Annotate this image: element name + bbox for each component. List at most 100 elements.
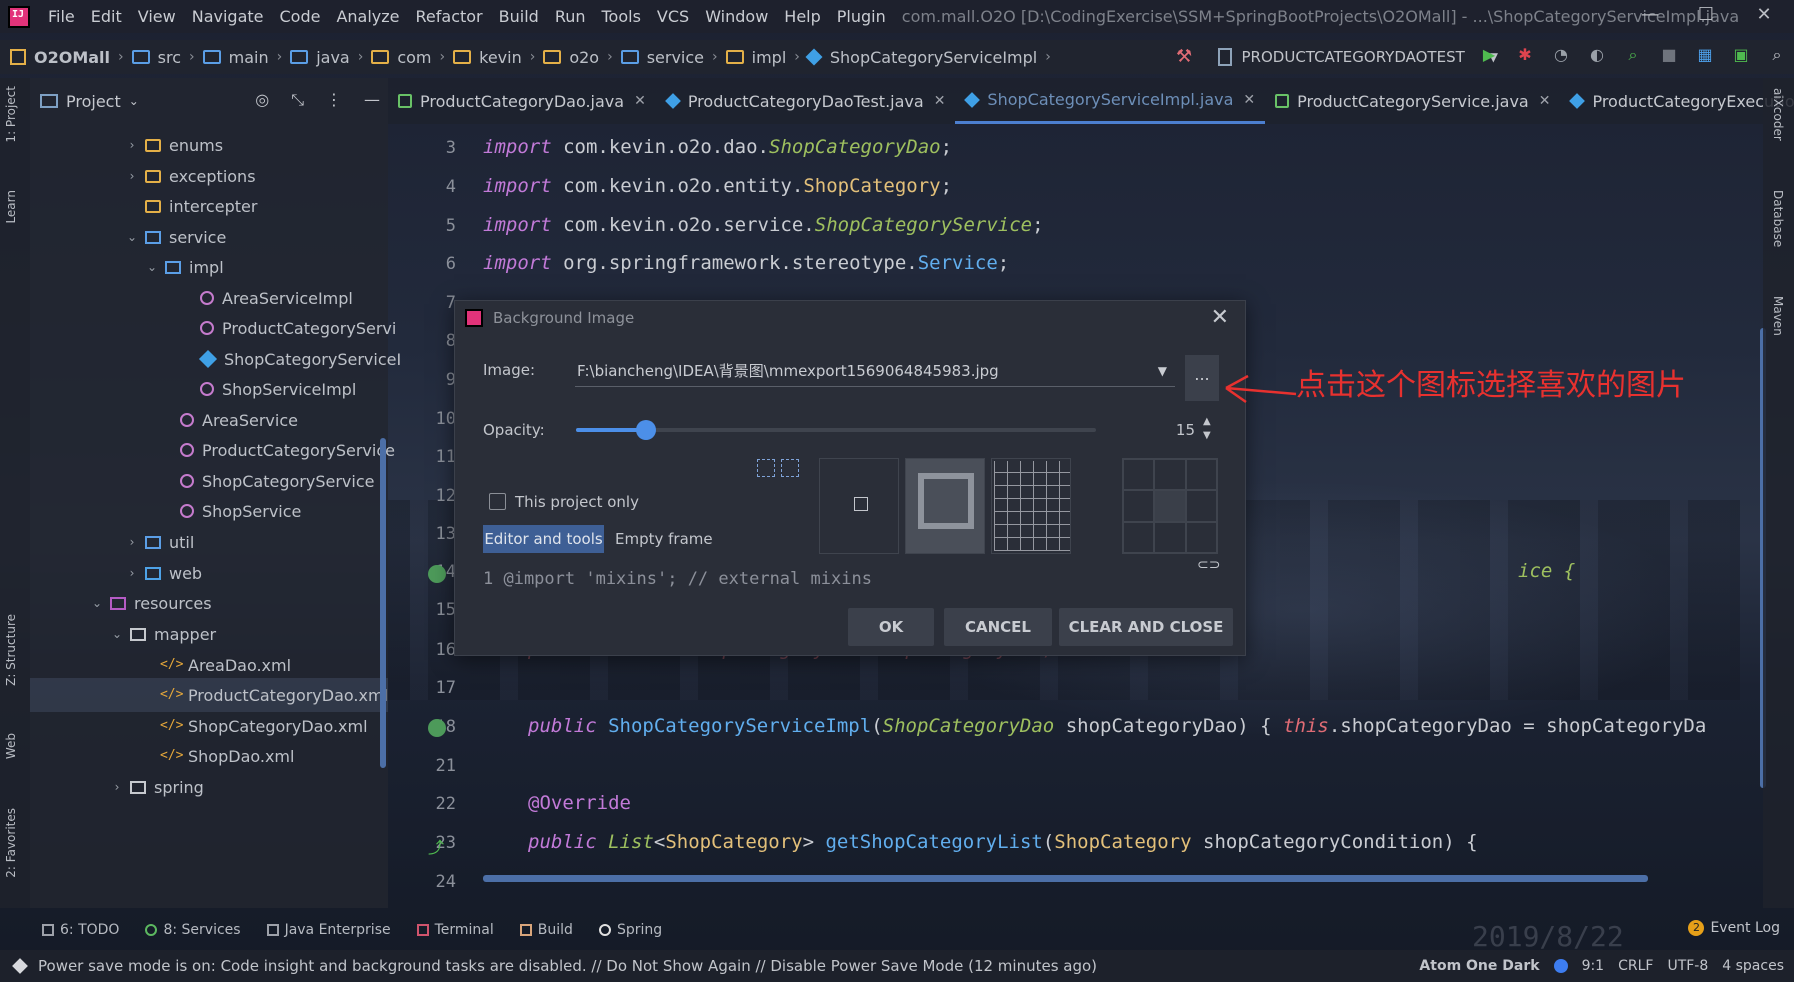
link-icon[interactable]: ⊂⊃ — [1197, 557, 1220, 573]
menu-window[interactable]: Window — [697, 7, 776, 26]
terminal-icon[interactable]: ▣ — [1730, 44, 1752, 66]
editor-horizontal-scrollbar[interactable] — [483, 875, 1648, 882]
tree-item[interactable]: › exceptions — [30, 159, 256, 193]
tab-productcategoryexecution-java[interactable]: ProductCategoryExecution.java ✕ — [1560, 78, 1794, 124]
menu-vcs[interactable]: VCS — [649, 7, 697, 26]
indent-setting[interactable]: 4 spaces — [1722, 958, 1784, 974]
fill-plain-option[interactable] — [819, 458, 899, 554]
tree-item[interactable]: AreaServiceImpl — [30, 281, 353, 315]
breadcrumb-service[interactable]: service — [647, 48, 704, 67]
tab-shopcategoryserviceimpl-java[interactable]: ShopCategoryServiceImpl.java ✕ — [955, 78, 1266, 124]
menu-view[interactable]: View — [130, 7, 184, 26]
hide-panel-icon[interactable]: — — [364, 90, 380, 110]
tab-learn[interactable]: Learn — [4, 190, 18, 224]
menu-code[interactable]: Code — [272, 7, 329, 26]
menu-refactor[interactable]: Refactor — [408, 7, 491, 26]
implemented-marker-icon[interactable] — [428, 719, 446, 737]
opacity-slider[interactable] — [576, 420, 1096, 440]
tab-productcategoryservice-java[interactable]: ProductCategoryService.java ✕ — [1265, 78, 1560, 124]
breadcrumb-kevin[interactable]: kevin — [479, 48, 522, 67]
fill-scale-option[interactable] — [905, 458, 985, 554]
tree-item[interactable]: ShopCategoryServiceI — [30, 342, 401, 376]
chevron-down-icon[interactable]: ⌄ — [125, 230, 139, 244]
tree-item[interactable]: › spring — [30, 770, 204, 804]
project-panel-title[interactable]: Project — [66, 92, 121, 111]
tree-item[interactable]: › util — [30, 525, 195, 559]
menu-edit[interactable]: Edit — [83, 7, 130, 26]
project-structure-icon[interactable]: ▦ — [1694, 44, 1716, 66]
debug-icon[interactable]: ✱ — [1514, 44, 1536, 66]
tree-item[interactable]: AreaService — [30, 403, 298, 437]
close-icon[interactable]: ✕ — [1539, 93, 1551, 109]
tool-services[interactable]: 8: Services — [145, 922, 241, 938]
minimize-button[interactable]: — — [1622, 0, 1678, 33]
profile-icon[interactable]: ◐ — [1586, 44, 1608, 66]
menu-analyze[interactable]: Analyze — [328, 7, 407, 26]
tree-item[interactable]: ⌄ impl — [30, 250, 224, 284]
tree-item[interactable]: </> AreaDao.xml — [30, 648, 291, 682]
anchor-cell[interactable] — [1185, 459, 1217, 491]
breadcrumb-impl[interactable]: impl — [752, 48, 787, 67]
anchor-cell[interactable] — [1123, 490, 1155, 522]
implemented-marker-icon[interactable] — [428, 565, 446, 583]
tree-item[interactable]: › web — [30, 556, 203, 590]
tree-item[interactable]: ShopServiceImpl — [30, 372, 356, 406]
maximize-button[interactable]: ☐ — [1678, 0, 1734, 33]
close-icon[interactable]: ✕ — [634, 93, 646, 109]
line-separator[interactable]: CRLF — [1618, 958, 1653, 974]
breadcrumb-o2o[interactable]: o2o — [569, 48, 599, 67]
override-marker-icon[interactable]: ⤴ — [428, 834, 444, 858]
tree-item[interactable]: ShopService — [30, 494, 301, 528]
stop-icon[interactable]: ■ — [1658, 44, 1680, 66]
tree-item[interactable]: </> ShopCategoryDao.xml — [30, 709, 368, 743]
chevron-right-icon[interactable]: › — [125, 169, 139, 183]
chevron-right-icon[interactable]: › — [110, 780, 124, 794]
empty-frame-option[interactable]: Empty frame — [615, 525, 713, 553]
anchor-cell[interactable] — [1123, 521, 1155, 553]
tab-maven[interactable]: Maven — [1771, 296, 1785, 336]
align-grid-icon[interactable] — [781, 459, 799, 477]
tool-todo[interactable]: 6: TODO — [42, 922, 119, 938]
tree-item[interactable]: ProductCategoryServi — [30, 311, 396, 345]
breadcrumb-com[interactable]: com — [397, 48, 431, 67]
chevron-right-icon[interactable]: › — [125, 566, 139, 580]
file-encoding[interactable]: UTF-8 — [1667, 958, 1708, 974]
chevron-right-icon[interactable]: › — [125, 535, 139, 549]
coverage-icon[interactable]: ◔ — [1550, 44, 1572, 66]
menu-plugin[interactable]: Plugin — [829, 7, 894, 26]
tool-build[interactable]: Build — [519, 922, 573, 938]
browse-button[interactable]: ... — [1185, 355, 1219, 401]
cancel-button[interactable]: CANCEL — [944, 608, 1052, 646]
project-scrollbar[interactable] — [380, 438, 386, 768]
search-icon[interactable]: ⌕ — [1766, 44, 1788, 66]
chevron-right-icon[interactable]: › — [125, 138, 139, 152]
editor-and-tools-option[interactable]: Editor and tools — [483, 525, 604, 553]
tree-item[interactable]: ProductCategoryService — [30, 433, 395, 467]
breadcrumb-main[interactable]: main — [229, 48, 269, 67]
anchor-cell[interactable] — [1154, 490, 1186, 522]
menu-file[interactable]: File — [40, 7, 83, 26]
close-icon[interactable]: ✕ — [934, 93, 946, 109]
tab-structure[interactable]: Z: Structure — [4, 614, 18, 686]
tree-item[interactable]: ⌄ mapper — [30, 617, 216, 651]
tab-database[interactable]: Database — [1771, 190, 1785, 247]
tree-item[interactable]: intercepter — [30, 189, 257, 223]
anchor-cell[interactable] — [1185, 490, 1217, 522]
tree-item[interactable]: ⌄ resources — [30, 586, 212, 620]
tab-aixcoder[interactable]: aiXcoder — [1771, 88, 1785, 141]
tab-project[interactable]: 1: Project — [4, 86, 18, 143]
fill-tile-option[interactable] — [991, 458, 1071, 554]
tab-productcategorydaotest-java[interactable]: ProductCategoryDaoTest.java ✕ — [656, 78, 956, 124]
tree-item[interactable]: ⌄ service — [30, 220, 226, 254]
breadcrumb-project[interactable]: O2OMall — [34, 48, 110, 67]
menu-navigate[interactable]: Navigate — [184, 7, 272, 26]
opacity-slider-thumb[interactable] — [636, 420, 657, 440]
this-project-only-checkbox[interactable] — [489, 493, 506, 510]
tool-spring[interactable]: Spring — [598, 922, 662, 938]
dialog-close-icon[interactable]: ✕ — [1211, 305, 1229, 330]
locate-icon[interactable]: ◎ — [255, 90, 269, 110]
menu-help[interactable]: Help — [776, 7, 828, 26]
anchor-cell[interactable] — [1123, 459, 1155, 491]
chevron-down-icon[interactable]: ⌄ — [145, 260, 159, 274]
search-everywhere-icon[interactable]: ⌕ — [1622, 44, 1644, 66]
